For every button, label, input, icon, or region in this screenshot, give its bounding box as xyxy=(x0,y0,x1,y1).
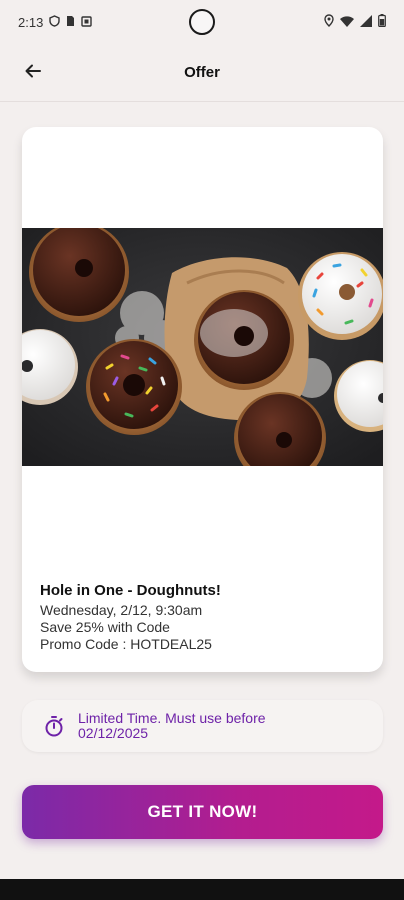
page-title: Offer xyxy=(184,64,220,81)
offer-date: Wednesday, 2/12, 9:30am xyxy=(40,602,203,618)
offer-details: Hole in One - Doughnuts! Wednesday, 2/12… xyxy=(40,582,360,653)
signal-icon xyxy=(360,14,372,30)
get-it-now-button[interactable]: GET IT NOW! xyxy=(22,785,383,839)
doughnuts-photo xyxy=(22,222,383,484)
offer-card[interactable]: Hole in One - Doughnuts! Wednesday, 2/12… xyxy=(22,127,383,672)
wifi-icon xyxy=(340,15,354,30)
status-right xyxy=(324,14,386,30)
offer-discount: Save 25% with Code xyxy=(40,619,170,635)
status-bar: 2:13 xyxy=(0,0,404,44)
limited-time-text: Limited Time. Must use before 02/12/2025 xyxy=(78,711,266,741)
media-icon xyxy=(81,15,93,30)
status-time: 2:13 xyxy=(18,14,44,30)
status-left: 2:13 xyxy=(18,14,93,30)
system-nav-bar xyxy=(0,879,404,900)
offer-title: Hole in One - Doughnuts! xyxy=(40,582,221,599)
limited-time-date: 02/12/2025 xyxy=(78,725,149,741)
sim-icon xyxy=(66,15,75,30)
app-bar: Offer xyxy=(0,44,404,102)
promo-code: Promo Code : HOTDEAL25 xyxy=(40,636,212,652)
battery-icon xyxy=(378,14,386,30)
shield-icon xyxy=(49,14,61,30)
back-button[interactable] xyxy=(20,60,46,86)
arrow-left-icon xyxy=(25,64,41,83)
timer-icon xyxy=(42,714,66,738)
location-icon xyxy=(324,14,334,30)
limited-time-notice: Limited Time. Must use before 02/12/2025 xyxy=(22,700,383,752)
camera-cutout xyxy=(189,9,215,35)
limited-time-line1: Limited Time. Must use before xyxy=(78,710,266,726)
get-it-now-label: GET IT NOW! xyxy=(147,802,258,821)
